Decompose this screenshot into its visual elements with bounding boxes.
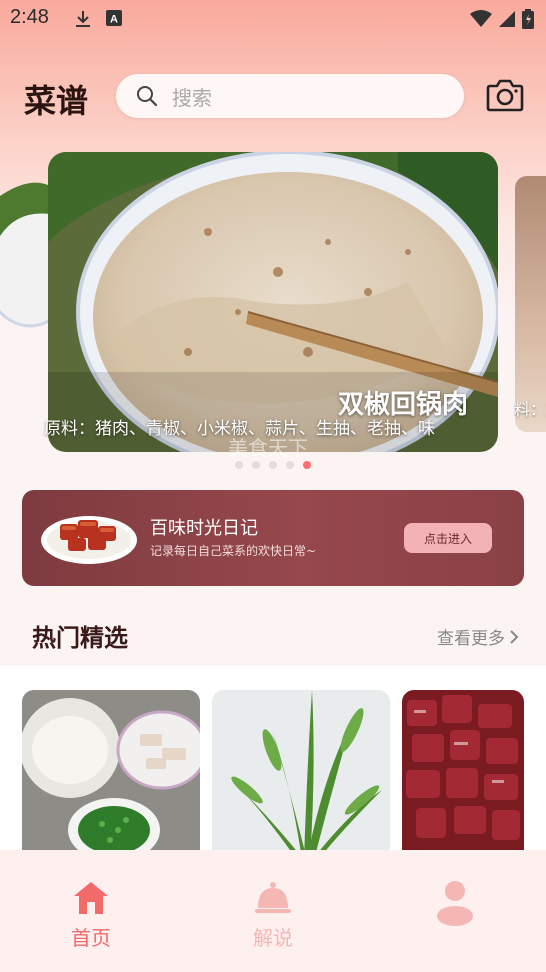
recipe-card[interactable] — [402, 690, 524, 860]
nav-home-label: 首页 — [71, 926, 111, 950]
chevron-right-icon — [510, 629, 519, 644]
recipe-card[interactable] — [22, 690, 200, 860]
braised-pork-image — [41, 516, 137, 564]
search-icon — [137, 86, 158, 107]
nav-home[interactable]: 首页 — [51, 880, 131, 951]
camera-button[interactable] — [486, 78, 524, 112]
hot-section-title: 热门精选 — [32, 624, 128, 652]
battery-icon — [522, 9, 534, 29]
diary-enter-button[interactable]: 点击进入 — [404, 523, 492, 553]
diary-subtitle: 记录每日自己菜系的欢快日常~ — [150, 544, 317, 558]
carousel-dot[interactable] — [235, 461, 243, 469]
cloche-icon — [255, 882, 291, 913]
recipe-image-beef — [402, 690, 524, 860]
bottom-nav: 首页 解说 — [0, 850, 546, 972]
search-input[interactable]: 搜索 — [116, 74, 464, 118]
a-badge-icon: A — [106, 10, 122, 26]
wifi-icon — [470, 10, 492, 27]
search-placeholder: 搜索 — [172, 85, 212, 110]
banner-watermark: 美食天下 — [228, 436, 308, 460]
carousel-dot[interactable] — [286, 461, 294, 469]
status-time: 2:48 — [10, 6, 49, 28]
carousel-dot-active[interactable] — [303, 461, 311, 469]
carousel-dot[interactable] — [252, 461, 260, 469]
see-more-link[interactable]: 查看更多 — [437, 624, 519, 649]
recipe-card[interactable] — [212, 690, 390, 860]
svg-text:A: A — [110, 14, 118, 26]
download-icon — [76, 11, 90, 27]
diary-title: 百味时光日记 — [150, 518, 258, 539]
recipe-image-greens — [212, 690, 390, 860]
signal-icon — [499, 11, 515, 27]
carousel-dots — [235, 461, 311, 469]
user-icon — [437, 881, 473, 926]
status-bar: 2:48 A — [0, 0, 546, 38]
nav-explain-label: 解说 — [253, 926, 293, 950]
recipe-image-flour — [22, 690, 200, 860]
nav-profile[interactable] — [415, 880, 495, 926]
carousel-dot[interactable] — [269, 461, 277, 469]
app-title: 菜谱 — [24, 82, 89, 120]
banner-next-peek[interactable] — [515, 176, 546, 432]
nav-explain[interactable]: 解说 — [233, 880, 313, 951]
home-icon — [74, 882, 108, 914]
diary-card[interactable]: 百味时光日记 记录每日自己菜系的欢快日常~ 点击进入 — [22, 490, 524, 586]
banner-next-peek-text: 料：鸡 — [514, 400, 546, 419]
camera-icon — [486, 79, 524, 112]
see-more-label: 查看更多 — [437, 629, 505, 649]
